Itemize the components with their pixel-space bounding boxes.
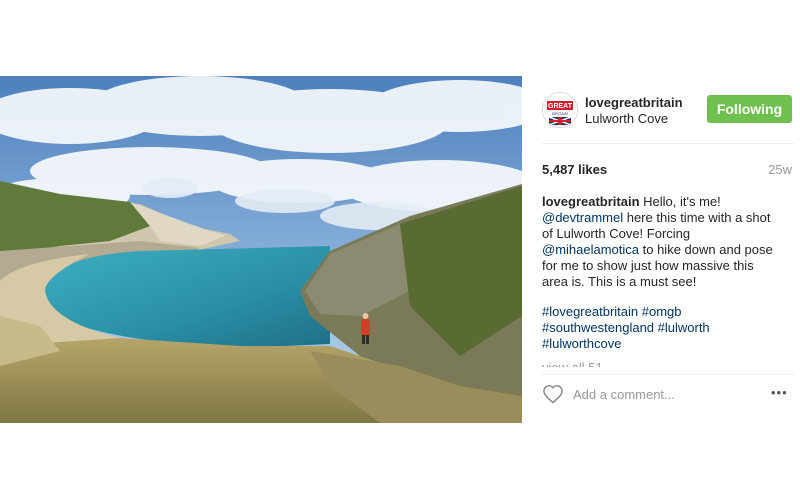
caption: lovegreatbritain Hello, it's me! @devtra… <box>542 194 782 366</box>
hashtag-line[interactable]: #lulworthcove <box>542 336 782 352</box>
caption-line: lovegreatbritain Hello, it's me! <box>542 194 782 210</box>
more-options-icon[interactable]: ••• <box>771 385 788 400</box>
location[interactable]: Lulworth Cove <box>585 111 668 126</box>
post-photo[interactable] <box>0 76 522 423</box>
mention-link[interactable]: @devtrammel <box>542 210 623 225</box>
header-divider <box>542 143 794 144</box>
comment-bar: ••• <box>522 376 800 416</box>
svg-text:GREAT: GREAT <box>548 103 573 110</box>
post-age[interactable]: 25w <box>768 162 792 177</box>
caption-line: @devtrammel here this time with a shot <box>542 210 782 226</box>
avatar[interactable]: GREAT BRITAIN <box>542 92 578 128</box>
likes-count[interactable]: 5,487 likes <box>542 162 607 177</box>
following-button[interactable]: Following <box>707 95 792 123</box>
post-header: GREAT BRITAIN lovegreatbritain Lulworth … <box>522 76 800 144</box>
caption-line: for me to show just how massive this <box>542 258 754 273</box>
svg-text:BRITAIN: BRITAIN <box>552 111 568 116</box>
caption-line: area is. This is a must see! <box>542 274 697 289</box>
caption-text: Hello, it's me! <box>639 194 721 209</box>
caption-text: here this time with a shot <box>623 210 771 225</box>
heart-icon[interactable] <box>542 384 564 404</box>
hashtag-line[interactable]: #lovegreatbritain #omgb <box>542 304 782 320</box>
caption-text: to hike down and pose <box>639 242 773 257</box>
comment-input[interactable] <box>573 384 743 404</box>
post-card: GREAT BRITAIN lovegreatbritain Lulworth … <box>0 76 800 423</box>
username[interactable]: lovegreatbritain <box>585 95 683 110</box>
hashtag-line[interactable]: #southwestengland #lulworth <box>542 320 782 336</box>
comment-divider <box>542 374 794 375</box>
great-britain-logo-icon: GREAT BRITAIN <box>543 93 577 127</box>
mention-link[interactable]: @mihaelamotica <box>542 242 639 257</box>
caption-line: of Lulworth Cove! Forcing <box>542 226 691 241</box>
post-details: GREAT BRITAIN lovegreatbritain Lulworth … <box>522 76 800 423</box>
caption-username[interactable]: lovegreatbritain <box>542 194 640 209</box>
view-comments-link[interactable]: view all 51 comments <box>542 360 662 367</box>
caption-line: @mihaelamotica to hike down and pose <box>542 242 782 258</box>
hashtags: #lovegreatbritain #omgb #southwestenglan… <box>542 304 782 352</box>
landscape-photo-icon <box>0 76 522 423</box>
